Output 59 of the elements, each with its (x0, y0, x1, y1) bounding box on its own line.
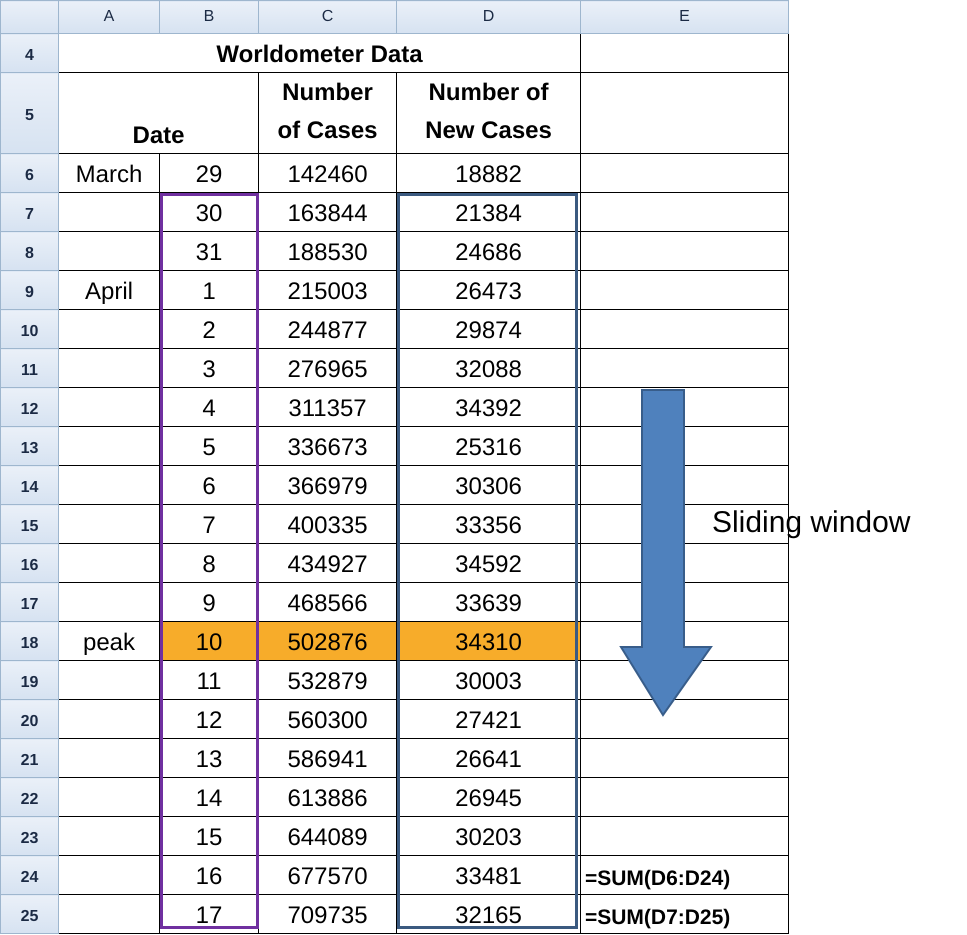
row-header[interactable]: 12 (0, 388, 58, 426)
column-header[interactable]: E (580, 0, 788, 34)
table-cell: 709735 (258, 894, 396, 934)
table-cell: 215003 (258, 270, 396, 310)
table-cell: March (58, 154, 160, 192)
table-cell: peak (58, 622, 160, 660)
column-header[interactable]: A (58, 0, 160, 34)
column-heading: Number of Cases (258, 72, 396, 154)
formula-cell: =SUM(D6:D24) (580, 856, 788, 894)
row-header[interactable]: 15 (0, 504, 58, 544)
table-cell: 400335 (258, 504, 396, 544)
table-cell: 532879 (258, 660, 396, 700)
row-header[interactable]: 8 (0, 232, 58, 270)
table-cell: 677570 (258, 856, 396, 894)
row-header[interactable]: 23 (0, 816, 58, 856)
table-title: Worldometer Data (58, 34, 580, 72)
column-heading: Date (58, 72, 258, 154)
table-cell: 311357 (258, 388, 396, 426)
column-heading: Number of New Cases (396, 72, 580, 154)
table-cell: 366979 (258, 466, 396, 504)
table-cell: 32165 (396, 894, 580, 934)
table-cell: 18882 (396, 154, 580, 192)
row-header[interactable]: 4 (0, 34, 58, 72)
row-header[interactable]: 7 (0, 192, 58, 232)
row-header[interactable]: 21 (0, 738, 58, 778)
row-header[interactable]: 25 (0, 894, 58, 934)
column-header[interactable]: D (396, 0, 580, 34)
row-header[interactable]: 5 (0, 72, 58, 154)
table-cell: 502876 (258, 622, 396, 660)
row-header[interactable]: 6 (0, 154, 58, 192)
table-cell: 142460 (258, 154, 396, 192)
row-header[interactable]: 9 (0, 270, 58, 310)
column-header[interactable]: C (258, 0, 396, 34)
row-header[interactable]: 10 (0, 310, 58, 348)
table-cell: 644089 (258, 816, 396, 856)
column-header[interactable]: B (160, 0, 258, 34)
table-cell: 163844 (258, 192, 396, 232)
down-arrow-icon (619, 389, 713, 717)
row-header[interactable]: 19 (0, 660, 58, 700)
row-header[interactable]: 14 (0, 466, 58, 504)
table-cell: 276965 (258, 348, 396, 388)
row-header[interactable]: 20 (0, 700, 58, 738)
row-header[interactable]: 17 (0, 582, 58, 622)
row-header[interactable]: 13 (0, 426, 58, 466)
row-header[interactable]: 18 (0, 622, 58, 660)
table-cell: April (58, 270, 160, 310)
row-header[interactable]: 16 (0, 544, 58, 582)
table-cell: 613886 (258, 778, 396, 816)
table-cell: 244877 (258, 310, 396, 348)
row-header[interactable]: 24 (0, 856, 58, 894)
table-cell: 434927 (258, 544, 396, 582)
formula-cell: =SUM(D7:D25) (580, 894, 788, 934)
row-header[interactable]: 22 (0, 778, 58, 816)
table-cell: 336673 (258, 426, 396, 466)
row-header[interactable]: 11 (0, 348, 58, 388)
table-cell: 188530 (258, 232, 396, 270)
table-cell: 29 (160, 154, 258, 192)
table-cell: 560300 (258, 700, 396, 738)
table-cell: 586941 (258, 738, 396, 778)
